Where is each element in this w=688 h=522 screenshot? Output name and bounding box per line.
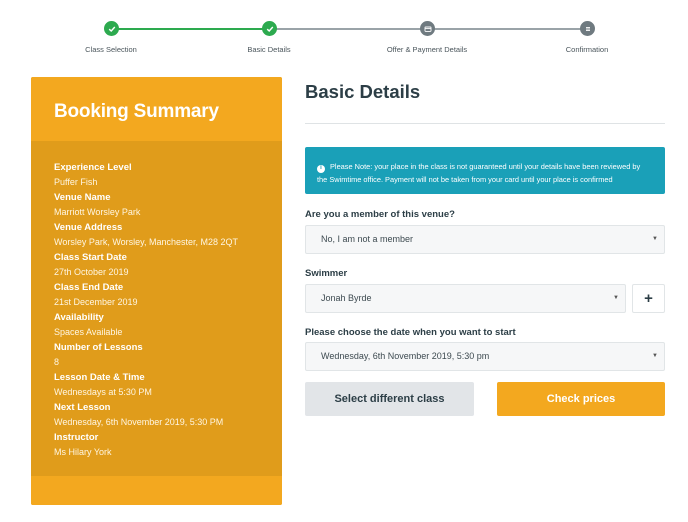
summary-label: Class Start Date <box>54 252 127 263</box>
swimmer-field-label: Swimmer <box>305 268 348 279</box>
summary-value: Worsley Park, Worsley, Manchester, M28 2… <box>54 237 239 247</box>
summary-label: Instructor <box>54 432 99 443</box>
summary-label: Number of Lessons <box>54 342 143 353</box>
check-prices-button[interactable]: Check prices <box>497 382 665 416</box>
add-swimmer-button[interactable]: + <box>632 284 665 313</box>
summary-item: Lesson Date & Time Wednesdays at 5:30 PM <box>54 370 282 400</box>
summary-value: Spaces Available <box>54 327 123 337</box>
summary-item: Experience Level Puffer Fish <box>54 160 282 190</box>
summary-item: Venue Name Marriott Worsley Park <box>54 190 282 220</box>
title-divider <box>305 123 665 124</box>
summary-label: Availability <box>54 312 104 323</box>
start-date-select[interactable]: Wednesday, 6th November 2019, 5:30 pm ▼ <box>305 342 665 371</box>
select-different-class-button[interactable]: Select different class <box>305 382 474 416</box>
summary-label: Experience Level <box>54 162 132 173</box>
summary-value: 8 <box>54 357 60 367</box>
summary-value: Ms Hilary York <box>54 447 112 457</box>
swimmer-select-value: Jonah Byrde <box>321 293 372 303</box>
summary-value: Wednesday, 6th November 2019, 5:30 PM <box>54 417 224 427</box>
card-icon <box>420 21 435 36</box>
summary-item: Next Lesson Wednesday, 6th November 2019… <box>54 400 282 430</box>
step-label: Class Selection <box>85 45 137 54</box>
summary-label: Venue Name <box>54 192 111 203</box>
check-icon <box>104 21 119 36</box>
progress-stepper: Class Selection Basic Details Offer & Pa… <box>0 0 688 70</box>
booking-summary-header: Booking Summary <box>31 77 282 141</box>
chevron-down-icon: ▼ <box>613 295 619 301</box>
step-label: Offer & Payment Details <box>386 45 468 54</box>
step-connector-3 <box>427 28 587 30</box>
check-icon <box>262 21 277 36</box>
summary-item: Number of Lessons 8 <box>54 340 282 370</box>
plus-icon: + <box>644 290 653 307</box>
step-label: Confirmation <box>565 45 609 54</box>
chevron-down-icon: ▼ <box>652 353 658 359</box>
notice-text-line1: Please Note: your place in the class is … <box>330 162 641 171</box>
member-select[interactable]: No, I am not a member ▼ <box>305 225 665 254</box>
summary-value: Puffer Fish <box>54 177 98 187</box>
booking-summary-panel: Booking Summary Experience Level Puffer … <box>31 77 282 505</box>
step-connector-1 <box>111 28 269 30</box>
booking-summary-list: Experience Level Puffer Fish Venue Name … <box>31 141 282 460</box>
list-icon <box>580 21 595 36</box>
start-date-field-label: Please choose the date when you want to … <box>305 327 516 338</box>
summary-item: Venue Address Worsley Park, Worsley, Man… <box>54 220 282 250</box>
swimmer-select[interactable]: Jonah Byrde ▼ <box>305 284 626 313</box>
summary-value: 27th October 2019 <box>54 267 129 277</box>
summary-value: Marriott Worsley Park <box>54 207 141 217</box>
summary-label: Lesson Date & Time <box>54 372 145 383</box>
summary-item: Class End Date 21st December 2019 <box>54 280 282 310</box>
step-label: Basic Details <box>247 45 291 54</box>
notice-text-line2: the Swimtime office. Payment will not be… <box>317 175 613 184</box>
summary-label: Venue Address <box>54 222 123 233</box>
summary-label: Class End Date <box>54 282 124 293</box>
chevron-down-icon: ▼ <box>652 236 658 242</box>
member-select-value: No, I am not a member <box>321 234 414 244</box>
booking-summary-footer <box>31 476 282 505</box>
booking-summary-title: Booking Summary <box>54 101 219 122</box>
summary-item: Class Start Date 27th October 2019 <box>54 250 282 280</box>
summary-value: 21st December 2019 <box>54 297 138 307</box>
member-field-label: Are you a member of this venue? <box>305 209 455 220</box>
info-notice: i Please Note: your place in the class is… <box>305 147 665 194</box>
step-connector-2 <box>269 28 427 30</box>
page-title: Basic Details <box>305 81 421 102</box>
summary-label: Next Lesson <box>54 402 111 413</box>
info-icon: i <box>317 164 325 173</box>
summary-item: Instructor Ms Hilary York <box>54 430 282 460</box>
summary-value: Wednesdays at 5:30 PM <box>54 387 152 397</box>
summary-item: Availability Spaces Available <box>54 310 282 340</box>
start-date-select-value: Wednesday, 6th November 2019, 5:30 pm <box>321 351 490 361</box>
